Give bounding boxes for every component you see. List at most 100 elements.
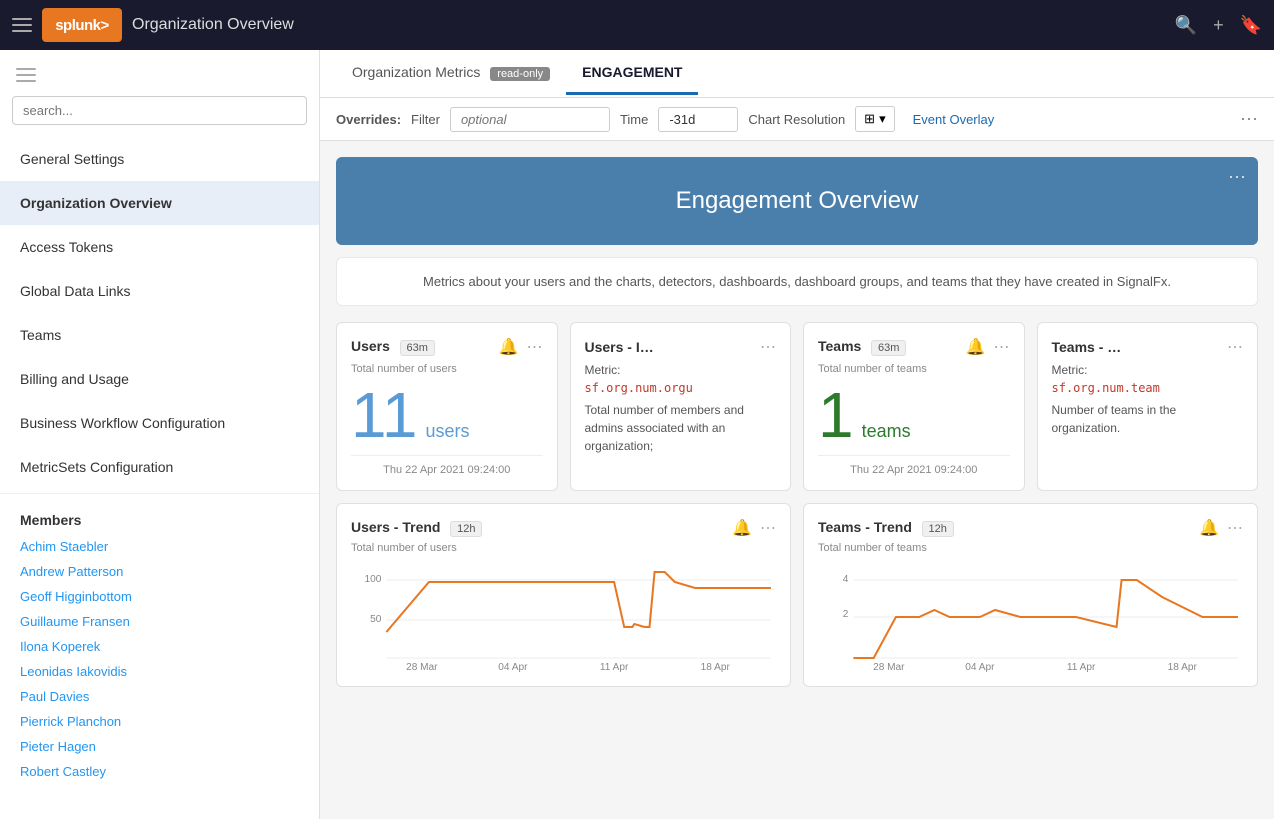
member-robert[interactable]: Robert Castley xyxy=(0,759,319,784)
tabs-bar: Organization Metrics read-only ENGAGEMEN… xyxy=(320,50,1274,98)
users-card-subtitle: Total number of users xyxy=(351,363,543,375)
teams-card-actions: 🔔 ⋯ xyxy=(966,337,1010,357)
member-leonidas[interactable]: Leonidas Iakovidis xyxy=(0,659,319,684)
engagement-title: Engagement Overview xyxy=(676,187,919,214)
more-icon[interactable]: ⋯ xyxy=(994,337,1010,357)
users-trend-badge: 12h xyxy=(450,521,482,537)
users-big-number: 11 xyxy=(351,383,417,447)
page-title: Organization Overview xyxy=(132,16,1165,34)
users-unit: users xyxy=(425,421,469,442)
teams-trend-badge: 12h xyxy=(922,521,954,537)
sidebar-item-business-workflow[interactable]: Business Workflow Configuration xyxy=(0,401,319,445)
svg-text:04 Apr: 04 Apr xyxy=(965,662,995,672)
sidebar-item-metricsets[interactable]: MetricSets Configuration xyxy=(0,445,319,489)
bell-icon[interactable]: 🔔 xyxy=(966,337,986,357)
users-divider xyxy=(351,455,543,456)
event-overlay-link[interactable]: Event Overlay xyxy=(913,112,995,127)
users-info-title: Users - I… xyxy=(585,339,654,355)
sidebar-item-access-tokens[interactable]: Access Tokens xyxy=(0,225,319,269)
metric-label: Metric: xyxy=(585,363,777,377)
teams-metric-desc: Number of teams in the organization. xyxy=(1052,401,1244,437)
teams-number-row: 1 teams xyxy=(818,383,1010,447)
teams-trend-card: Teams - Trend 12h 🔔 ⋯ Total number of te… xyxy=(803,503,1258,687)
sidebar-hamburger[interactable] xyxy=(0,60,319,90)
trend-cards-row: Users - Trend 12h 🔔 ⋯ Total number of us… xyxy=(336,503,1258,687)
search-input[interactable] xyxy=(12,96,307,125)
member-geoff[interactable]: Geoff Higginbottom xyxy=(0,584,319,609)
member-andrew[interactable]: Andrew Patterson xyxy=(0,559,319,584)
member-pieter[interactable]: Pieter Hagen xyxy=(0,734,319,759)
topbar-actions: 🔍 + 🔖 xyxy=(1175,15,1262,36)
teams-card-title: Teams xyxy=(818,338,861,354)
teams-metric-label: Metric: xyxy=(1052,363,1244,377)
more-icon[interactable]: ⋯ xyxy=(760,518,776,538)
teams-trend-header: Teams - Trend 12h 🔔 ⋯ xyxy=(818,518,1243,538)
users-card: Users 63m 🔔 ⋯ Total number of users 11 u… xyxy=(336,322,558,491)
metric-value: sf.org.num.orgu xyxy=(585,381,777,395)
add-icon[interactable]: + xyxy=(1213,15,1224,36)
sidebar-item-general-settings[interactable]: General Settings xyxy=(0,137,319,181)
users-trend-title: Users - Trend xyxy=(351,519,440,535)
teams-big-number: 1 xyxy=(818,383,854,447)
tab-readonly-badge: read-only xyxy=(490,67,550,81)
filter-label: Filter xyxy=(411,112,440,127)
teams-card-header: Teams 63m 🔔 ⋯ xyxy=(818,337,1010,357)
users-trend-header: Users - Trend 12h 🔔 ⋯ xyxy=(351,518,776,538)
users-info-actions: ⋯ xyxy=(760,337,776,357)
more-icon[interactable]: ⋯ xyxy=(1227,337,1243,357)
member-ilona[interactable]: Ilona Koperek xyxy=(0,634,319,659)
users-info-card: Users - I… ⋯ Metric: sf.org.num.orgu Tot… xyxy=(570,322,792,491)
overrides-more-icon[interactable]: ⋯ xyxy=(1240,109,1258,130)
engagement-more-icon[interactable]: ⋯ xyxy=(1228,167,1246,188)
resolution-icon: ⊞ xyxy=(864,111,875,127)
svg-text:100: 100 xyxy=(364,574,381,585)
svg-text:11 Apr: 11 Apr xyxy=(600,662,629,672)
metric-desc: Total number of members and admins assoc… xyxy=(585,401,777,455)
overrides-label: Overrides: xyxy=(336,112,401,127)
sidebar-item-organization-overview[interactable]: Organization Overview xyxy=(0,181,319,225)
filter-input[interactable] xyxy=(450,107,610,132)
overrides-bar: Overrides: Filter Time Chart Resolution … xyxy=(320,98,1274,141)
bell-icon[interactable]: 🔔 xyxy=(499,337,519,357)
teams-timestamp: Thu 22 Apr 2021 09:24:00 xyxy=(818,464,1010,476)
dashboard: ⋯ Engagement Overview Metrics about your… xyxy=(320,141,1274,703)
teams-trend-chart: 4 2 28 Mar 04 Apr 11 Apr 18 Apr xyxy=(818,562,1243,672)
more-icon[interactable]: ⋯ xyxy=(760,337,776,357)
users-timestamp: Thu 22 Apr 2021 09:24:00 xyxy=(351,464,543,476)
topbar-hamburger-icon[interactable] xyxy=(12,18,32,32)
topbar: splunk> Organization Overview 🔍 + 🔖 xyxy=(0,0,1274,50)
bell-icon[interactable]: 🔔 xyxy=(732,518,752,538)
sidebar-item-billing-and-usage[interactable]: Billing and Usage xyxy=(0,357,319,401)
bookmark-icon[interactable]: 🔖 xyxy=(1240,15,1262,36)
member-pierrick[interactable]: Pierrick Planchon xyxy=(0,709,319,734)
tab-engagement[interactable]: ENGAGEMENT xyxy=(566,52,698,95)
svg-text:4: 4 xyxy=(843,574,849,585)
teams-info-title: Teams - … xyxy=(1052,339,1122,355)
teams-trend-title: Teams - Trend xyxy=(818,519,912,535)
svg-text:18 Apr: 18 Apr xyxy=(1168,662,1198,672)
teams-card: Teams 63m 🔔 ⋯ Total number of teams 1 te… xyxy=(803,322,1025,491)
resolution-button[interactable]: ⊞ ▾ xyxy=(855,106,894,132)
svg-text:11 Apr: 11 Apr xyxy=(1067,662,1096,672)
tab-organization-metrics[interactable]: Organization Metrics read-only xyxy=(336,52,566,96)
splunk-logo: splunk> xyxy=(42,8,122,42)
member-paul[interactable]: Paul Davies xyxy=(0,684,319,709)
search-icon[interactable]: 🔍 xyxy=(1175,15,1197,36)
users-trend-card: Users - Trend 12h 🔔 ⋯ Total number of us… xyxy=(336,503,791,687)
teams-info-card: Teams - … ⋯ Metric: sf.org.num.team Numb… xyxy=(1037,322,1259,491)
resolution-label: Chart Resolution xyxy=(748,112,845,127)
more-icon[interactable]: ⋯ xyxy=(527,337,543,357)
time-input[interactable] xyxy=(658,107,738,132)
member-guillaume[interactable]: Guillaume Fransen xyxy=(0,609,319,634)
svg-text:50: 50 xyxy=(370,614,382,625)
sidebar-item-teams[interactable]: Teams xyxy=(0,313,319,357)
main-content: Organization Metrics read-only ENGAGEMEN… xyxy=(320,50,1274,819)
more-icon[interactable]: ⋯ xyxy=(1227,518,1243,538)
svg-text:2: 2 xyxy=(843,609,849,620)
bell-icon[interactable]: 🔔 xyxy=(1199,518,1219,538)
teams-info-header: Teams - … ⋯ xyxy=(1052,337,1244,357)
member-achim[interactable]: Achim Staebler xyxy=(0,534,319,559)
sidebar-item-global-data-links[interactable]: Global Data Links xyxy=(0,269,319,313)
users-card-header: Users 63m 🔔 ⋯ xyxy=(351,337,543,357)
svg-text:28 Mar: 28 Mar xyxy=(873,662,905,672)
